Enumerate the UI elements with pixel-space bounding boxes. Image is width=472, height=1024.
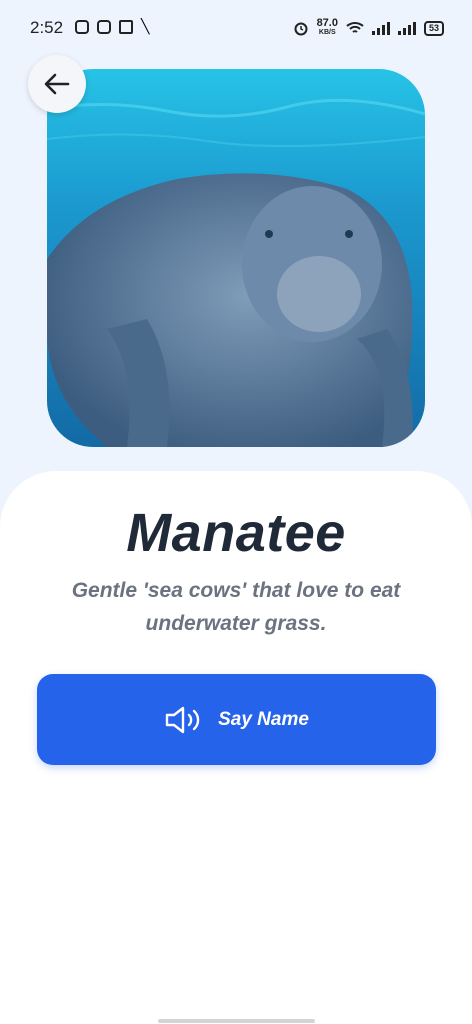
animal-name: Manatee — [126, 503, 346, 563]
back-button[interactable] — [28, 55, 86, 113]
battery-icon: 53 — [423, 20, 444, 36]
pin-icon: ╲ — [141, 19, 150, 35]
notification-icons: ╲ — [75, 20, 149, 34]
manatee-photo — [47, 69, 425, 447]
speaker-icon — [165, 706, 200, 733]
manatee-image-icon — [47, 69, 425, 447]
network-speed: 87.0 KB/S — [316, 17, 338, 37]
drive-icon — [119, 20, 133, 34]
alarm-icon — [294, 22, 308, 36]
app-icon — [97, 20, 111, 34]
wifi-icon — [346, 22, 364, 33]
say-name-label: Say Name — [218, 708, 309, 730]
status-right: 87.0 KB/S 53 — [293, 18, 444, 38]
home-indicator[interactable] — [158, 1019, 315, 1023]
status-bar: 2:52 ╲ 87.0 KB/S 53 — [0, 0, 472, 56]
signal-icon — [371, 21, 390, 35]
signal-icon-2 — [397, 21, 416, 35]
instagram-icon — [75, 20, 89, 34]
status-time: 2:52 — [30, 18, 64, 37]
arrow-left-icon — [44, 73, 70, 95]
say-name-button[interactable]: Say Name — [37, 674, 436, 765]
animal-description: Gentle 'sea cows' that love to eat under… — [71, 579, 401, 635]
